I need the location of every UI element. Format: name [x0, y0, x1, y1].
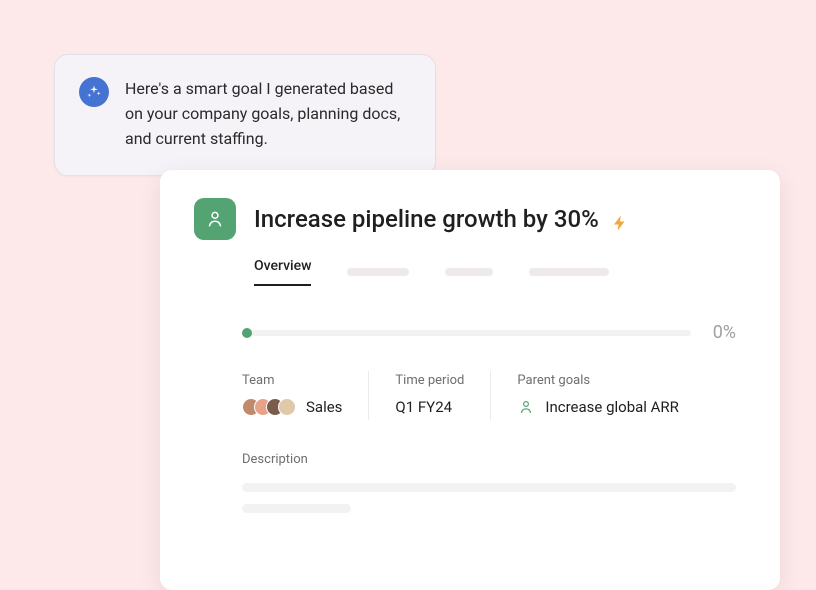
- description-placeholder-line: [242, 483, 736, 492]
- description-label: Description: [242, 452, 736, 467]
- goal-meta-row: Team Sales Time period Q1 FY24 Parent go…: [242, 371, 746, 420]
- meta-parent-value[interactable]: Increase global ARR: [517, 398, 679, 416]
- team-avatars: [242, 398, 296, 416]
- meta-time-label: Time period: [395, 373, 464, 388]
- sparkle-icon: [79, 77, 109, 107]
- tab-placeholder[interactable]: [529, 268, 609, 276]
- description-section: Description: [242, 452, 736, 513]
- goal-tabs: Overview: [254, 258, 746, 286]
- bolt-icon: [611, 210, 629, 228]
- tab-placeholder[interactable]: [347, 268, 409, 276]
- parent-goal-name: Increase global ARR: [545, 398, 679, 416]
- meta-parent-label: Parent goals: [517, 373, 679, 388]
- avatar: [278, 398, 296, 416]
- progress-bar: 0%: [242, 322, 736, 343]
- description-placeholder-line: [242, 504, 351, 513]
- team-name: Sales: [306, 398, 342, 416]
- tab-placeholder[interactable]: [445, 268, 493, 276]
- goal-icon: [194, 198, 236, 240]
- ai-callout-text: Here's a smart goal I generated based on…: [125, 77, 411, 151]
- meta-time-period: Time period Q1 FY24: [368, 371, 490, 420]
- progress-track[interactable]: [242, 330, 691, 336]
- progress-percent: 0%: [713, 322, 736, 343]
- goal-title-text: Increase pipeline growth by 30%: [254, 205, 599, 233]
- meta-team: Team Sales: [242, 371, 368, 420]
- goal-card: Increase pipeline growth by 30% Overview…: [160, 170, 780, 590]
- goal-header: Increase pipeline growth by 30%: [194, 198, 746, 240]
- time-period-value: Q1 FY24: [395, 398, 452, 416]
- meta-team-value[interactable]: Sales: [242, 398, 342, 416]
- ai-callout: Here's a smart goal I generated based on…: [54, 54, 436, 176]
- goal-title: Increase pipeline growth by 30%: [254, 205, 629, 233]
- meta-team-label: Team: [242, 373, 342, 388]
- goal-outline-icon: [517, 398, 535, 416]
- meta-time-value[interactable]: Q1 FY24: [395, 398, 464, 416]
- meta-parent-goals: Parent goals Increase global ARR: [490, 371, 705, 420]
- tab-overview[interactable]: Overview: [254, 258, 311, 286]
- progress-handle[interactable]: [242, 328, 252, 338]
